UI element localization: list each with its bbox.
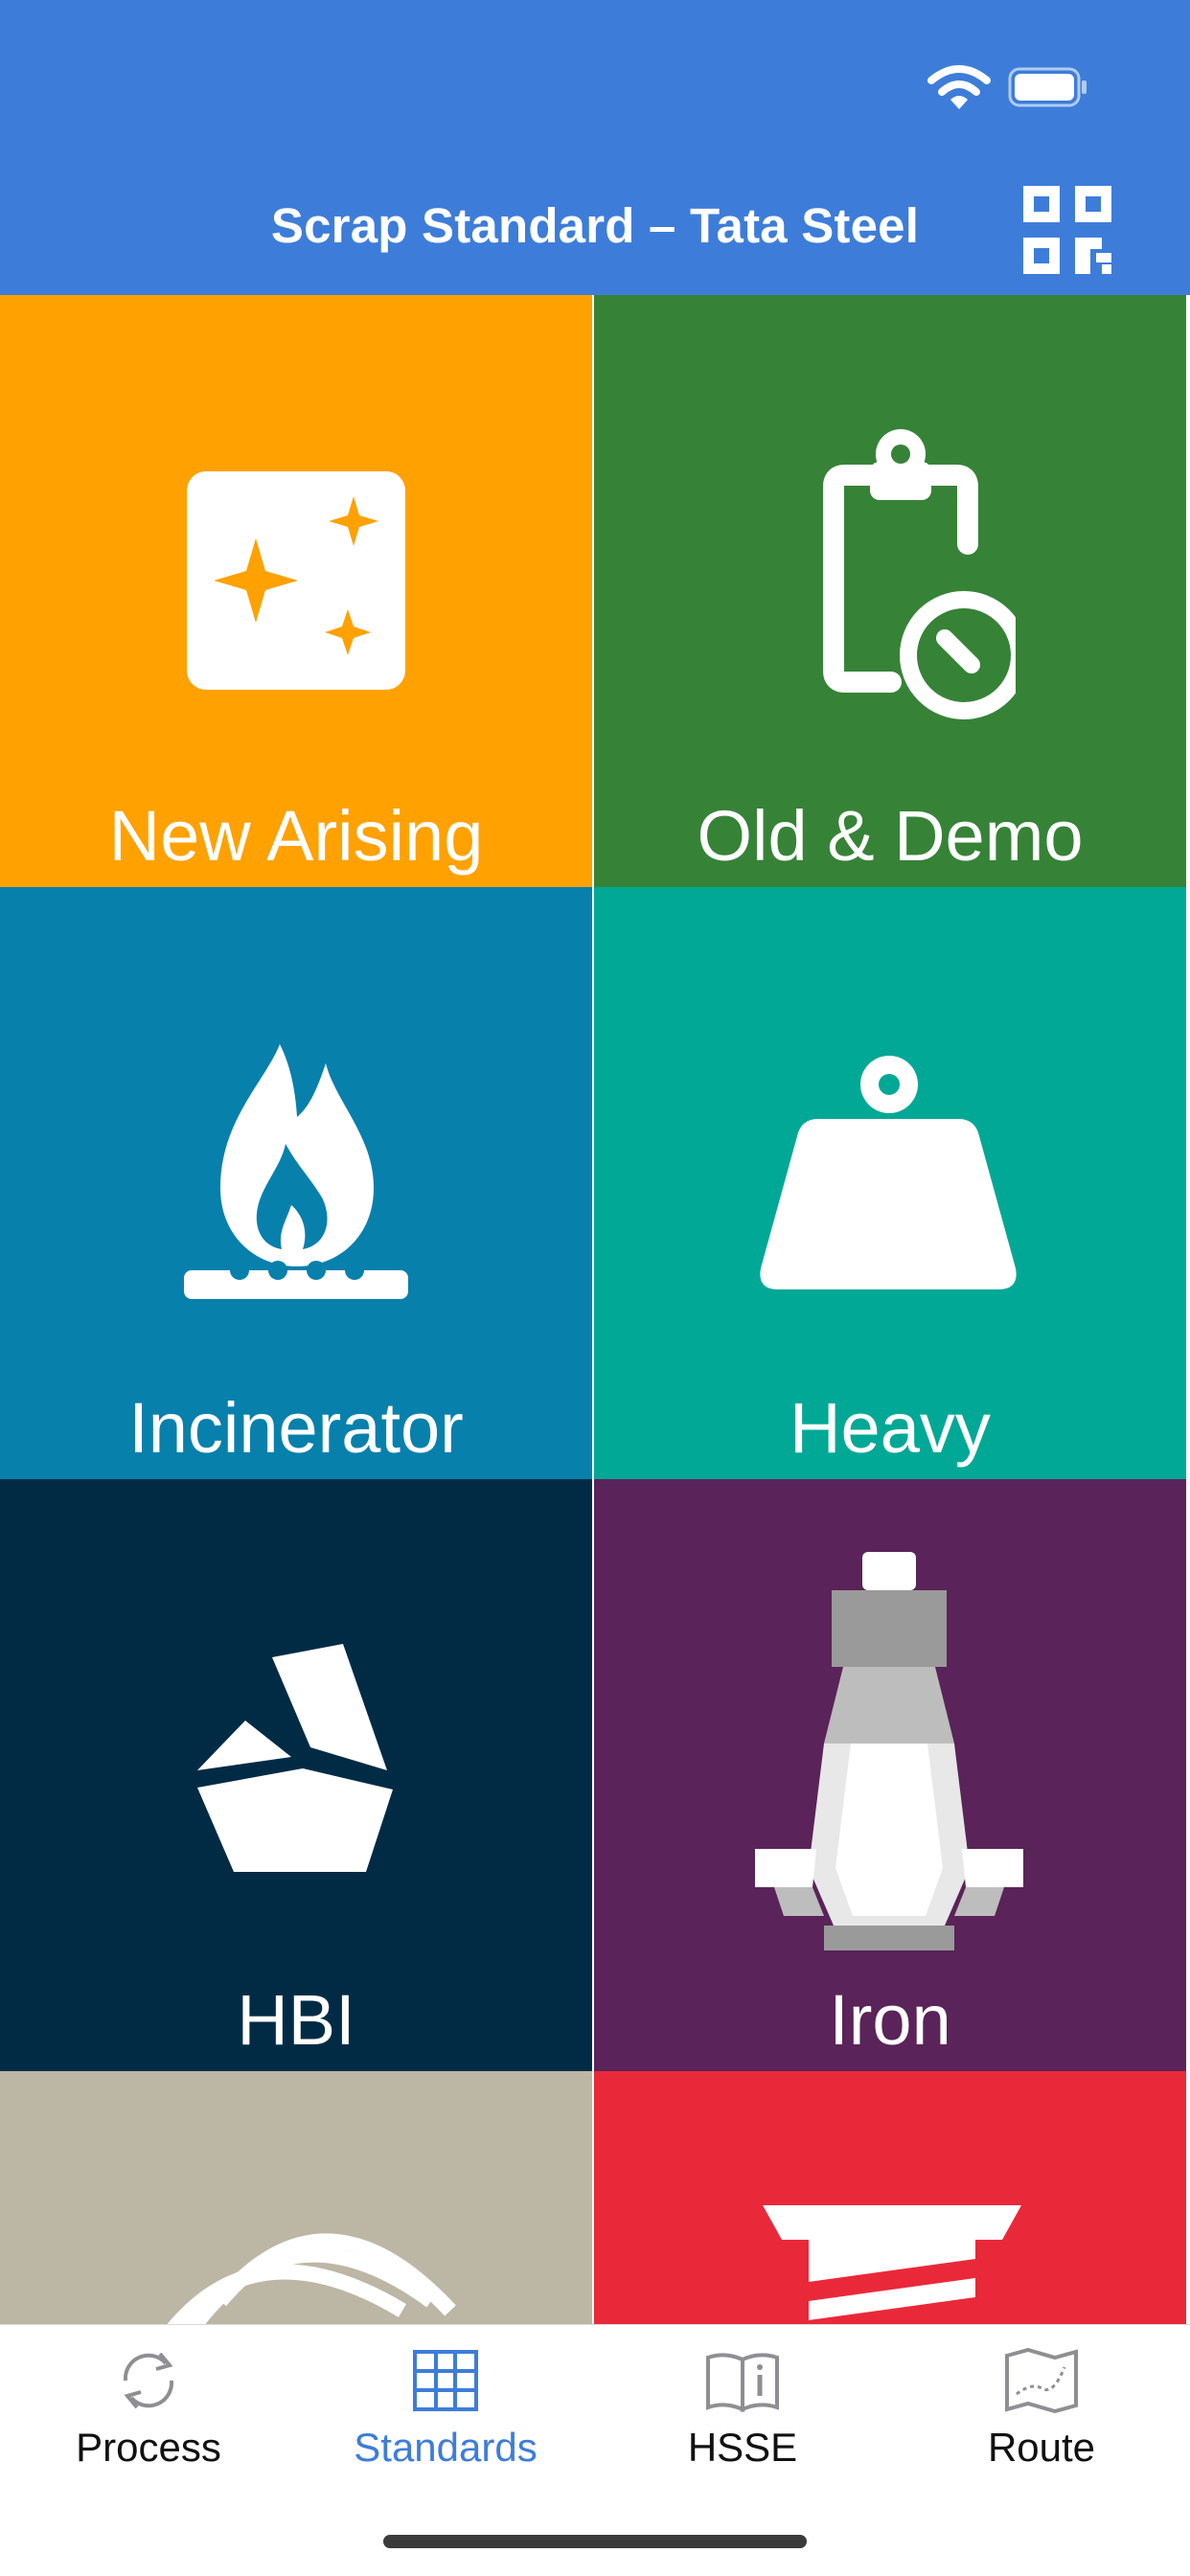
- tab-label: Process: [76, 2425, 221, 2470]
- tile-new-arising[interactable]: New Arising: [0, 295, 592, 887]
- qr-code-icon[interactable]: [1021, 184, 1113, 276]
- tab-process[interactable]: Process: [0, 2325, 297, 2517]
- tile-hbi[interactable]: HBI: [0, 1479, 592, 2071]
- spring-icon: [763, 2205, 1021, 2320]
- table-grid-icon: [413, 2350, 478, 2411]
- tile-label: HBI: [237, 1980, 355, 2060]
- tile-old-demo[interactable]: Old & Demo: [594, 295, 1186, 887]
- book-info-icon: [706, 2353, 779, 2413]
- home-indicator: [383, 2535, 807, 2548]
- refresh-icon: [123, 2352, 174, 2409]
- wifi-icon: [927, 65, 991, 109]
- page-title: Scrap Standard – Tata Steel: [270, 198, 920, 253]
- tab-label: HSSE: [687, 2425, 798, 2470]
- weight-icon: [760, 1056, 1017, 1289]
- tile-label: Old & Demo: [697, 796, 1084, 876]
- briquette-icon: [197, 1644, 393, 1872]
- tile-coil[interactable]: [0, 2071, 592, 2324]
- tile-label: New Arising: [108, 796, 484, 876]
- battery-icon: [1008, 67, 1087, 107]
- tile-label: Iron: [829, 1980, 951, 2060]
- tile-incinerator[interactable]: Incinerator: [0, 887, 592, 1479]
- tab-label: Route: [987, 2425, 1096, 2470]
- tile-label: Heavy: [790, 1388, 991, 1468]
- tile-spring[interactable]: [594, 2071, 1186, 2324]
- tile-iron[interactable]: Iron: [594, 1479, 1186, 2071]
- nav-header: Scrap Standard – Tata Steel: [0, 0, 1190, 295]
- tab-standards[interactable]: Standards: [297, 2325, 594, 2517]
- tile-heavy[interactable]: Heavy: [594, 887, 1186, 1479]
- converter-icon: [755, 1552, 1023, 1950]
- coil-icon: [167, 2233, 456, 2324]
- map-route-icon: [1005, 2347, 1078, 2414]
- tile-label: Incinerator: [128, 1388, 464, 1468]
- tab-route[interactable]: Route: [893, 2325, 1190, 2517]
- clipboard-timer-icon: [823, 429, 1016, 719]
- tab-label: Standards: [354, 2425, 538, 2470]
- gas-flame-icon: [184, 1044, 408, 1299]
- tab-hsse[interactable]: HSSE: [594, 2325, 891, 2517]
- sparkles-icon: [187, 471, 405, 690]
- standards-grid: New Arising Old & Demo Incinerator Heavy…: [0, 295, 1190, 2324]
